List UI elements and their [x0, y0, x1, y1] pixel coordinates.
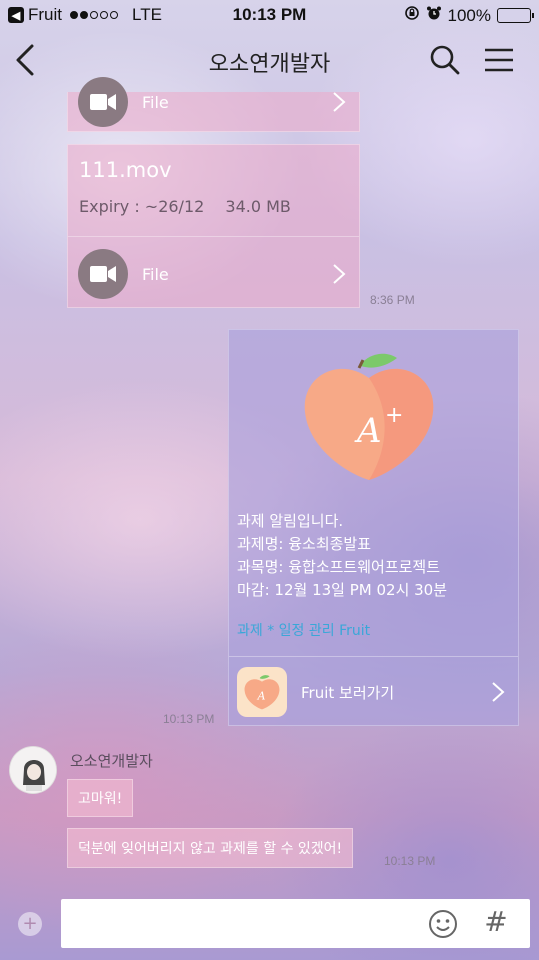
chevron-right-icon	[333, 264, 346, 284]
open-fruit-label: Fruit 보러가기	[301, 683, 395, 702]
divider	[68, 236, 359, 237]
assignment-card[interactable]: A + 과제 알림입니다. 과제명: 융소최종발표 과목명: 융합소프트웨어프로…	[228, 329, 519, 726]
status-right: 100%	[404, 5, 534, 26]
profile-picture-icon	[10, 747, 56, 793]
attach-button[interactable]: +	[18, 912, 42, 936]
svg-text:+: +	[385, 403, 403, 428]
chevron-right-icon	[492, 682, 505, 702]
file-open-row[interactable]: File	[68, 246, 359, 302]
battery-percent: 100%	[447, 5, 491, 25]
fruit-app-icon: A	[237, 667, 287, 717]
file-label: File	[142, 92, 169, 112]
message-time: 8:36 PM	[370, 293, 415, 307]
svg-text:A: A	[257, 690, 266, 703]
svg-text:A: A	[354, 411, 382, 451]
plus-icon: +	[22, 913, 38, 934]
file-label: File	[142, 264, 169, 284]
smiley-icon	[429, 910, 457, 938]
avatar[interactable]	[9, 746, 57, 794]
file-message-partial[interactable]: File	[67, 77, 360, 132]
peach-logo-icon: A +	[304, 353, 434, 480]
file-meta: Expiry : ~26/12 34.0 MB	[79, 197, 291, 216]
chevron-right-icon	[333, 92, 346, 112]
card-text: 과제 알림입니다. 과제명: 융소최종발표 과목명: 융합소프트웨어프로젝트 마…	[237, 510, 447, 602]
message-time: 10:13 PM	[163, 712, 215, 726]
emoji-button[interactable]	[428, 909, 458, 939]
battery-icon	[497, 8, 534, 23]
menu-button[interactable]	[483, 46, 515, 74]
card-line: 과목명: 융합소프트웨어프로젝트	[237, 558, 441, 576]
card-line: 마감: 12월 13일 PM 02시 30분	[237, 581, 448, 599]
file-message[interactable]: 111.mov Expiry : ~26/12 34.0 MB File	[67, 144, 360, 308]
search-button[interactable]	[429, 44, 461, 76]
status-bar: ◀ Fruit LTE 10:13 PM 100%	[0, 0, 539, 30]
file-size: 34.0 MB	[225, 197, 291, 216]
rotation-lock-icon	[404, 5, 420, 26]
message-time: 10:13 PM	[384, 854, 436, 868]
file-name: 111.mov	[79, 158, 172, 182]
message-composer: + #	[0, 892, 539, 960]
video-icon	[78, 77, 128, 127]
app-link[interactable]: 과제 * 일정 관리 Fruit	[237, 620, 370, 640]
alarm-icon	[426, 5, 442, 26]
incoming-message[interactable]: 덕분에 잊어버리지 않고 과제를 할 수 있겠어!	[67, 828, 354, 868]
card-line: 과제 알림입니다.	[237, 512, 344, 530]
message-input[interactable]	[61, 899, 530, 948]
video-icon	[78, 249, 128, 299]
incoming-message[interactable]: 고마워!	[67, 779, 134, 817]
open-fruit-button[interactable]: A Fruit 보러가기	[229, 657, 518, 727]
hamburger-menu-icon	[485, 48, 513, 72]
card-line: 과제명: 융소최종발표	[237, 535, 372, 553]
search-icon	[430, 45, 460, 75]
hashtag-button[interactable]: #	[483, 905, 509, 941]
sender-name: 오소연개발자	[70, 752, 153, 770]
file-expiry: Expiry : ~26/12	[79, 197, 205, 216]
